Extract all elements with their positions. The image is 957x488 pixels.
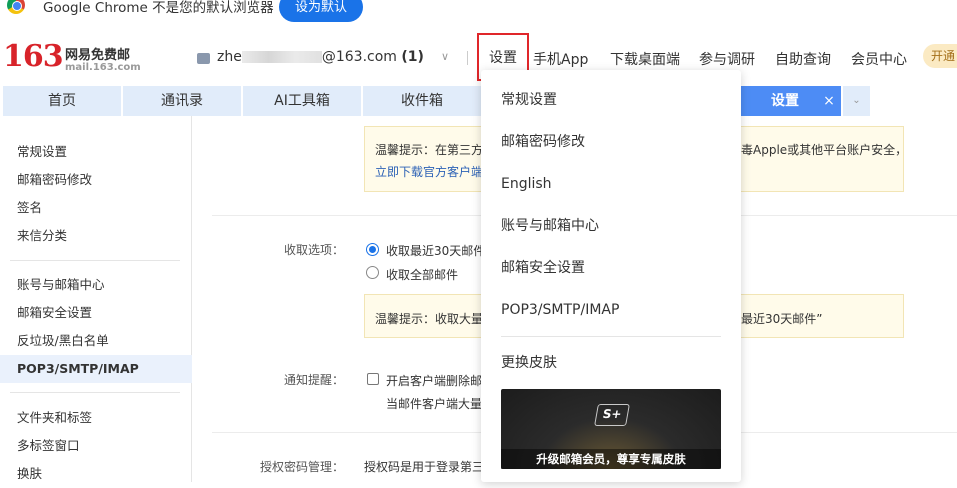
- auth-password-label: 授权密码管理：: [260, 460, 345, 474]
- account-unread-count: (1): [401, 49, 424, 65]
- header-divider: [467, 51, 468, 65]
- tab-home[interactable]: 首页: [3, 86, 121, 116]
- sidebar-item-password[interactable]: 邮箱密码修改: [0, 166, 192, 194]
- default-browser-banner: Google Chrome 不是您的默认浏览器 设为默认: [0, 0, 957, 24]
- sidebar-item-general[interactable]: 常规设置: [0, 138, 192, 166]
- auth-password-description: 授权码是用于登录第三: [364, 460, 485, 474]
- menu-divider: [501, 336, 721, 337]
- sidebar-item-skin[interactable]: 换肤: [0, 460, 192, 488]
- notify-description: 当邮件客户端大量: [386, 397, 483, 411]
- sidebar-divider: [10, 392, 180, 393]
- set-default-button[interactable]: 设为默认: [279, 0, 363, 22]
- vip-open-button[interactable]: 开通: [923, 44, 957, 68]
- tab-inbox[interactable]: 收件箱: [363, 86, 481, 116]
- menu-item-general[interactable]: 常规设置: [481, 79, 741, 121]
- nav-download-desktop[interactable]: 下载桌面端: [610, 49, 680, 69]
- settings-sidebar: 常规设置 邮箱密码修改 签名 来信分类 账号与邮箱中心 邮箱安全设置 反垃圾/黑…: [0, 116, 192, 482]
- account-suffix: @163.com: [321, 49, 397, 65]
- sidebar-item-multi-tab[interactable]: 多标签窗口: [0, 432, 192, 460]
- chevron-down-icon[interactable]: ∨: [441, 50, 449, 63]
- logo-name: 网易免费邮: [65, 48, 131, 63]
- vip-s-plus-logo: S+: [594, 404, 630, 426]
- receive-all-label: 收取全部邮件: [386, 268, 459, 282]
- chrome-logo-icon: [7, 0, 25, 14]
- receive-options-label: 收取选项：: [284, 243, 345, 257]
- tab-settings-label: 设置: [771, 93, 799, 109]
- settings-dropdown-menu: 常规设置 邮箱密码修改 English 账号与邮箱中心 邮箱安全设置 POP3/…: [481, 70, 741, 482]
- tab-contacts[interactable]: 通讯录: [123, 86, 241, 116]
- tab-bar: 首页 通讯录 AI工具箱 收件箱 设置 × ⌄: [0, 86, 957, 116]
- logo-domain: mail.163.com: [65, 62, 141, 73]
- sidebar-item-folders-labels[interactable]: 文件夹和标签: [0, 404, 192, 432]
- close-tab-icon[interactable]: ×: [818, 86, 840, 116]
- menu-item-change-skin[interactable]: 更换皮肤: [481, 342, 741, 384]
- promo-text: 升级邮箱会员，尊享专属皮肤: [501, 449, 721, 469]
- sidebar-item-security[interactable]: 邮箱安全设置: [0, 299, 192, 327]
- receive-30days-radio[interactable]: [366, 243, 379, 256]
- sidebar-divider: [10, 260, 180, 261]
- menu-item-password[interactable]: 邮箱密码修改: [481, 121, 741, 163]
- tip-text-tail: 毒Apple或其他平台账户安全，: [741, 143, 908, 157]
- account-redacted: [241, 51, 322, 63]
- nav-vip-center[interactable]: 会员中心: [851, 49, 907, 69]
- tip-text-tail: 最近30天邮件”: [741, 312, 823, 326]
- account-switcher[interactable]: zhe @163.com (1): [217, 49, 424, 65]
- skin-vip-promo-banner[interactable]: S+ 升级邮箱会员，尊享专属皮肤: [501, 389, 721, 469]
- menu-item-pop3-smtp-imap[interactable]: POP3/SMTP/IMAP: [481, 289, 741, 331]
- receive-30days-label: 收取最近30天邮件: [386, 244, 486, 258]
- tab-ai-toolbox[interactable]: AI工具箱: [243, 86, 361, 116]
- client-delete-notify-label: 开启客户端删除邮: [386, 374, 483, 388]
- client-delete-notify-checkbox[interactable]: [367, 373, 379, 385]
- notify-label: 通知提醒：: [284, 373, 345, 387]
- tip-text: 温馨提示：在第三方: [375, 143, 484, 157]
- nav-mobile-app[interactable]: 手机App: [533, 49, 588, 69]
- menu-item-security[interactable]: 邮箱安全设置: [481, 247, 741, 289]
- menu-item-account-center[interactable]: 账号与邮箱中心: [481, 205, 741, 247]
- more-tabs-icon[interactable]: ⌄: [843, 86, 870, 116]
- mail-account-icon: [197, 53, 210, 64]
- account-prefix: zhe: [217, 49, 242, 65]
- menu-item-english[interactable]: English: [481, 163, 741, 205]
- sidebar-item-antispam[interactable]: 反垃圾/黑白名单: [0, 327, 192, 355]
- logo-163[interactable]: 163: [3, 40, 64, 74]
- tip-text: 温馨提示：收取大量: [375, 312, 484, 326]
- download-client-link[interactable]: 立即下载官方客户端: [375, 163, 483, 180]
- sidebar-item-pop3-smtp-imap[interactable]: POP3/SMTP/IMAP: [0, 355, 192, 383]
- nav-survey[interactable]: 参与调研: [699, 49, 755, 69]
- receive-all-radio[interactable]: [366, 266, 379, 279]
- banner-text: Google Chrome 不是您的默认浏览器: [43, 0, 274, 16]
- nav-self-service[interactable]: 自助查询: [775, 49, 831, 69]
- sidebar-item-signature[interactable]: 签名: [0, 194, 192, 222]
- sidebar-item-mail-rules[interactable]: 来信分类: [0, 222, 192, 250]
- sidebar-item-account-center[interactable]: 账号与邮箱中心: [0, 271, 192, 299]
